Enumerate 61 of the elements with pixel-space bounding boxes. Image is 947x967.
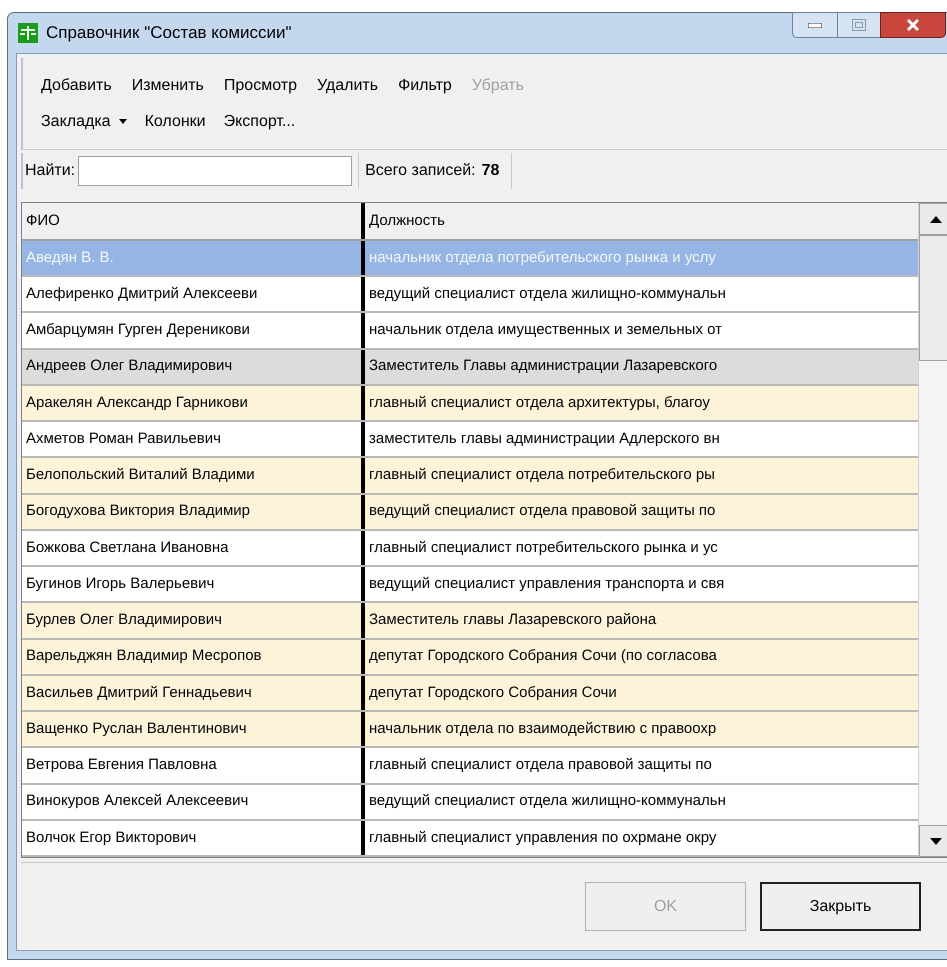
close-button[interactable]	[880, 12, 946, 38]
minimize-button[interactable]	[792, 12, 838, 38]
table-row[interactable]: Ахметов Роман Равильевич заместитель главы администрации Адлерского вн	[22, 422, 918, 458]
table-cell-text: начальник отдела потребительского рынка и услу	[368, 248, 717, 268]
table-row[interactable]: Белопольский Виталий Владими главный специалист отдела потребительского ры	[22, 458, 918, 495]
toolbar-button[interactable]: Фильтр	[394, 72, 456, 100]
caret-icon	[118, 119, 127, 124]
minimize-icon	[808, 22, 822, 28]
scales-icon	[18, 23, 38, 43]
table-row[interactable]: Божкова Светлана Ивановна главный специалист потребительского рынка и ус	[22, 530, 918, 568]
table-cell-text: Заместитель Главы администрации Лазаревского	[368, 356, 718, 376]
table-row[interactable]: Варельджян Владимир Месропов депутат Городского Собрания Сочи (по согласова	[22, 640, 918, 676]
table-row[interactable]: Васильев Дмитрий Геннадьевич депутат Городского Собрания Сочи	[22, 676, 918, 712]
table-cell: Волчок Егор Викторович	[22, 820, 365, 856]
total-label: Всего записей:	[365, 161, 476, 181]
table-row[interactable]: Алефиренко Дмитрий Алексееви ведущий специалист отдела жилищно-коммунальн	[22, 277, 918, 314]
table-row[interactable]: Бурлев Олег Владимирович Заместитель главы Лазаревского района	[22, 603, 918, 640]
table-row[interactable]: Ващенко Руслан Валентинович начальник отдела по взаимодействию с правоохр	[22, 712, 918, 748]
table-cell-text: ведущий специалист отдела жилищно-коммунальн	[368, 284, 727, 304]
table-cell-text: депутат Городского Собрания Сочи (по согласова	[368, 646, 718, 666]
maximize-button[interactable]	[838, 12, 880, 38]
table-row[interactable]: Амбарцумян Гурген Дереникови начальник отдела имущественных и земельных от	[22, 313, 918, 350]
table-row[interactable]: Волчок Егор Викторович главный специалист управления по охрмане окру	[22, 820, 918, 858]
table-cell-text: депутат Городского Собрания Сочи	[368, 682, 618, 703]
table-cell-text: главный специалист отдела потребительского ры	[368, 465, 716, 486]
table-row[interactable]: Андреев Олег Владимирович Заместитель Главы администрации Лазаревского	[22, 350, 918, 386]
table-cell-text: главный специалист отдела правовой защиты по	[368, 755, 713, 776]
toolbar-button[interactable]: Колонки	[140, 108, 210, 136]
maximize-icon	[852, 19, 866, 31]
table-cell-text: заместитель главы администрации Адлерского вн	[368, 428, 721, 449]
toolbar-button[interactable]: Добавить	[37, 72, 116, 100]
close-icon	[906, 19, 920, 31]
column-header[interactable]: Должность	[365, 203, 918, 239]
close-dialog-button[interactable]: Закрыть	[760, 882, 921, 931]
table-cell-text: главный специалист потребительского рынка и ус	[368, 538, 719, 558]
search-label: Найти:	[25, 161, 76, 181]
total-count: 78	[482, 161, 500, 181]
table-row[interactable]: Винокуров Алексей Алексеевич ведущий специалист отдела жилищно-коммунальн	[22, 784, 918, 821]
table-cell-text: начальник отдела имущественных и земельных от	[368, 320, 723, 340]
table-cell-text: ведущий специалист управления транспорта и свя	[368, 574, 726, 594]
scrollbar[interactable]	[918, 203, 947, 857]
table-row[interactable]: Богодухова Виктория Владимир ведущий специалист отдела правовой защиты по	[22, 494, 918, 531]
table-row[interactable]: Ветрова Евгения Павловна главный специалист отдела правовой защиты по	[22, 748, 918, 785]
table-row[interactable]: Аракелян Александр Гарникови главный специалист отдела архитектуры, благоу	[22, 386, 918, 422]
table-cell-text: начальник отдела по взаимодействию с правоохр	[368, 718, 718, 739]
scroll-up-icon	[930, 216, 942, 222]
table-cell-text: главный специалист управления по охрмане окру	[368, 828, 718, 848]
toolbar-button[interactable]: Изменить	[128, 72, 208, 100]
table-cell-text: ведущий специалист отдела жилищно-коммунальн	[368, 791, 727, 812]
bookmark-dropdown[interactable]: Закладка	[37, 108, 131, 136]
scroll-down-icon	[930, 838, 942, 844]
table-cell-text: ведущий специалист отдела правовой защиты по	[368, 501, 716, 522]
toolbar-button[interactable]: Удалить	[312, 72, 382, 100]
window-title: Справочник "Состав комиссии"	[46, 22, 292, 44]
scroll-thumb[interactable]	[919, 235, 947, 361]
table-row[interactable]: Бугинов Игорь Валерьевич ведущий специалист управления транспорта и свя	[22, 567, 918, 604]
table-cell-text: главный специалист отдела архитектуры, благоу	[368, 392, 711, 413]
toolbar-button[interactable]: Просмотр	[220, 72, 301, 100]
toolbar-button[interactable]: Экспорт...	[220, 108, 300, 136]
search-field[interactable]	[78, 156, 352, 186]
table-cell-text: Заместитель главы Лазаревского района	[368, 610, 658, 630]
